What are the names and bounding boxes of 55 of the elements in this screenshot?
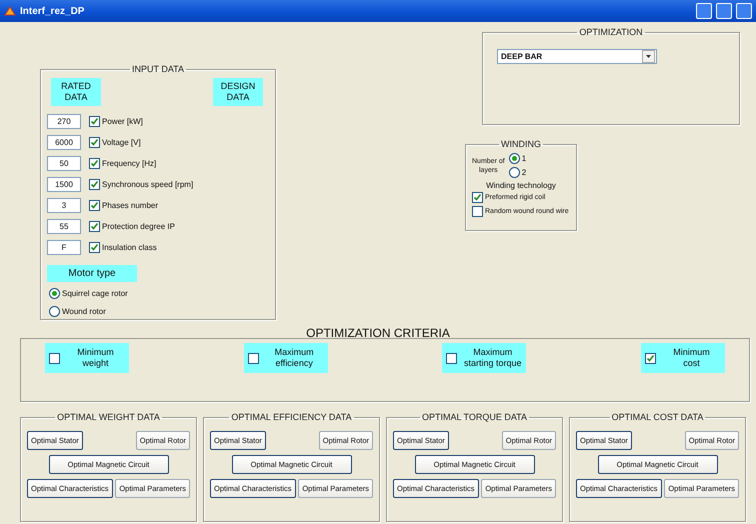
input-field[interactable]: 270 xyxy=(47,114,81,129)
input-field[interactable]: 55 xyxy=(47,219,81,234)
field-label: Phases number xyxy=(102,201,158,210)
checkbox[interactable] xyxy=(89,137,100,148)
criterion-option[interactable]: Maximum efficiency xyxy=(244,343,328,373)
checkbox[interactable] xyxy=(248,352,259,364)
criterion-option[interactable]: Minimum cost xyxy=(640,343,725,373)
panel-title: INPUT DATA xyxy=(132,64,184,74)
panel-title: OPTIMAL TORQUE DATA xyxy=(422,412,528,422)
panel-title: WINDING xyxy=(501,139,541,149)
window-title: Interf_rez_DP xyxy=(20,6,84,16)
checkbox[interactable] xyxy=(89,116,100,127)
checkbox[interactable] xyxy=(89,179,100,190)
checkbox[interactable] xyxy=(89,158,100,169)
checkbox[interactable] xyxy=(472,192,483,203)
field-label: Winding technology xyxy=(485,181,557,190)
checkbox[interactable] xyxy=(446,352,458,364)
field-label: Frequency [Hz] xyxy=(102,159,156,168)
section-header: RATED DATA xyxy=(51,78,101,106)
section-title: OPTIMIZATION CRITERIA xyxy=(305,326,451,340)
dropdown[interactable]: DEEP BAR xyxy=(497,49,657,64)
app-icon xyxy=(4,5,16,17)
checkbox[interactable] xyxy=(89,221,100,232)
section-header: DESIGN DATA xyxy=(213,78,263,106)
checkbox[interactable] xyxy=(472,206,483,217)
input-field[interactable]: 50 xyxy=(47,156,81,171)
radio-button[interactable] xyxy=(49,288,60,299)
field-label: Synchronous speed [rpm] xyxy=(102,180,194,189)
input-field[interactable]: 6000 xyxy=(47,135,81,150)
option-label: Squirrel cage rotor xyxy=(62,289,128,298)
radio-button[interactable] xyxy=(508,153,520,164)
checkbox[interactable] xyxy=(89,200,100,211)
input-field[interactable]: F xyxy=(47,240,81,255)
checkbox[interactable] xyxy=(89,242,100,253)
field-label: Protection degree IP xyxy=(102,222,175,231)
option-label: 2 xyxy=(522,168,526,177)
panel-title: OPTIMAL COST DATA xyxy=(612,412,704,422)
panel-title: OPTIMAL WEIGHT DATA xyxy=(57,412,160,422)
option-label: 1 xyxy=(522,154,526,163)
panel-title: OPTIMIZATION xyxy=(579,27,643,37)
section-header: Motor type xyxy=(47,265,137,282)
radio-button[interactable] xyxy=(508,167,520,178)
checkbox[interactable] xyxy=(49,352,60,364)
option-label: Wound rotor xyxy=(62,307,106,316)
radio-button[interactable] xyxy=(49,306,60,317)
checkbox[interactable] xyxy=(644,352,656,364)
input-field[interactable]: 1500 xyxy=(47,177,81,192)
dropdown-value: DEEP BAR xyxy=(501,52,542,61)
field-label: Voltage [V] xyxy=(102,138,141,147)
criterion-option[interactable]: Maximum starting torque xyxy=(442,343,526,373)
input-field[interactable]: 3 xyxy=(47,198,81,213)
panel-title: OPTIMAL EFFICIENCY DATA xyxy=(231,412,352,422)
field-label: Power [kW] xyxy=(102,117,143,126)
field-label: Insulation class xyxy=(102,243,157,252)
criterion-option[interactable]: Minimum weight xyxy=(45,343,129,373)
